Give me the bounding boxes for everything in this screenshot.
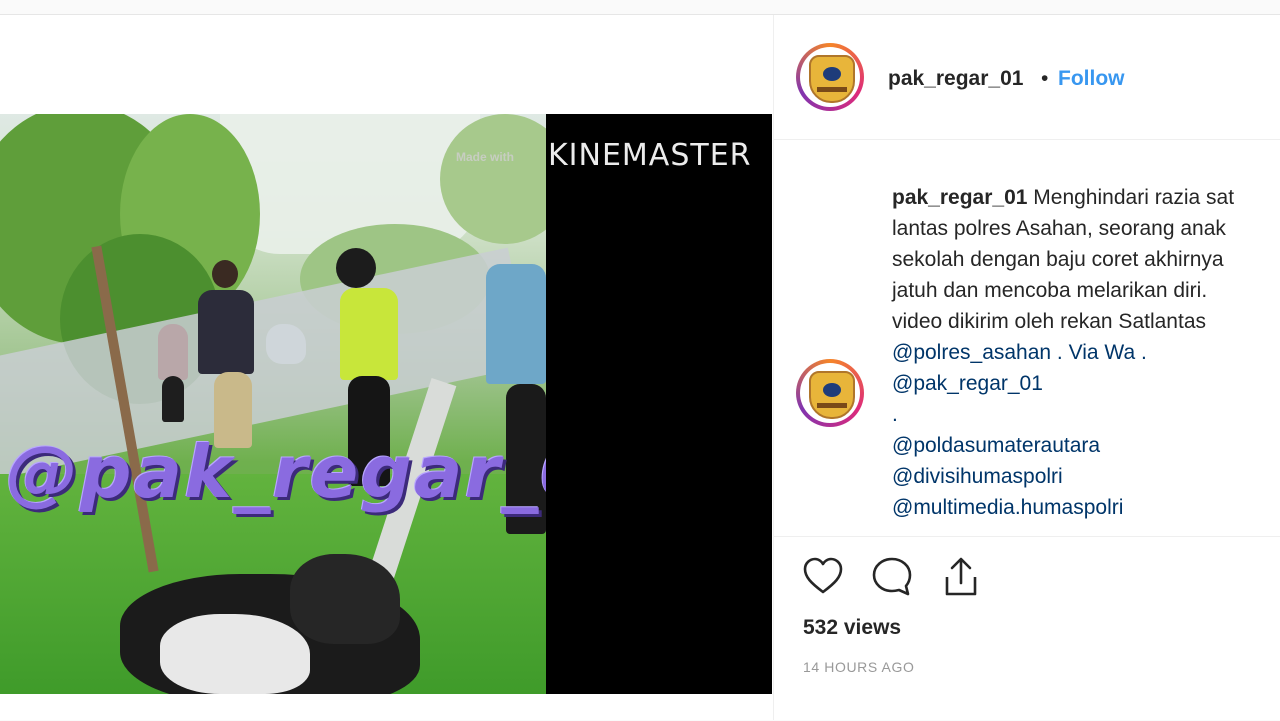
follow-button[interactable]: Follow (1058, 67, 1125, 91)
view-count[interactable]: 532 views (803, 616, 901, 640)
caption-username[interactable]: pak_regar_01 (892, 186, 1027, 209)
comment-icon[interactable] (870, 555, 914, 599)
header-username[interactable]: pak_regar_01 (888, 67, 1023, 91)
fallen-motorcycle-seat (290, 554, 400, 644)
person (158, 324, 188, 380)
mention-link[interactable]: @poldasumaterautara (892, 430, 1280, 461)
video-watermark: @pak_regar_01 (6, 430, 546, 514)
post-media: @pak_regar_01 Made with KINEMASTER (0, 15, 773, 720)
mention-link[interactable]: @multimedia.humaspolri (892, 492, 1280, 523)
caption-avatar[interactable] (796, 359, 864, 427)
police-badge-icon (809, 55, 855, 103)
post-actions: 532 views 14 HOURS AGO (774, 536, 1280, 721)
motorcycle (266, 324, 306, 364)
person-legs (162, 376, 184, 422)
person-head (212, 260, 238, 288)
heart-icon[interactable] (801, 555, 845, 599)
video-frame: @pak_regar_01 (0, 114, 546, 694)
badge-bar (817, 403, 847, 408)
caption-dot: . (892, 403, 898, 426)
badge-emblem (823, 67, 841, 81)
post-header: pak_regar_01 • Follow (774, 15, 1280, 140)
mention-link[interactable]: @pak_regar_01 (892, 368, 1280, 399)
avatar-inner (800, 47, 860, 107)
kinemaster-prefix: Made with (456, 150, 515, 164)
avatar[interactable] (796, 43, 864, 111)
kinemaster-logo: KINEMASTER (548, 138, 752, 173)
badge-emblem (823, 383, 841, 397)
caption-line: jatuh dan mencoba melarikan diri. (892, 279, 1208, 302)
comments-section: pak_regar_01 Menghindari razia sat lanta… (774, 140, 1280, 535)
officer-helmet (336, 248, 376, 288)
mention-link[interactable]: @divisihumaspolri (892, 461, 1280, 492)
avatar-inner (800, 363, 860, 423)
browser-top-strip (0, 0, 1280, 15)
person (486, 264, 546, 384)
mention-link[interactable]: @polres_asahan . Via Wa . (892, 337, 1280, 368)
caption-text: Menghindari razia sat (1033, 186, 1235, 209)
police-badge-icon (809, 371, 855, 419)
fallen-motorcycle-panel (160, 614, 310, 694)
share-icon[interactable] (939, 555, 983, 599)
caption-line: pak_regar_01 Menghindari razia sat (892, 182, 1280, 213)
post-timestamp[interactable]: 14 HOURS AGO (803, 659, 914, 675)
instagram-post: @pak_regar_01 Made with KINEMASTER pak_r… (0, 15, 1280, 720)
badge-bar (817, 87, 847, 92)
post-caption: pak_regar_01 Menghindari razia sat lanta… (892, 182, 1280, 523)
person (198, 290, 254, 374)
separator-dot: • (1041, 67, 1049, 90)
officer-vest (340, 288, 398, 380)
caption-line: video dikirim oleh rekan Satlantas (892, 310, 1206, 333)
post-sidebar: pak_regar_01 • Follow pak_regar_01 Mengh… (773, 15, 1280, 720)
caption-line: lantas polres Asahan, seorang anak (892, 217, 1226, 240)
video-player[interactable]: @pak_regar_01 Made with KINEMASTER (0, 114, 772, 694)
caption-line: sekolah dengan baju coret akhirnya (892, 248, 1224, 271)
